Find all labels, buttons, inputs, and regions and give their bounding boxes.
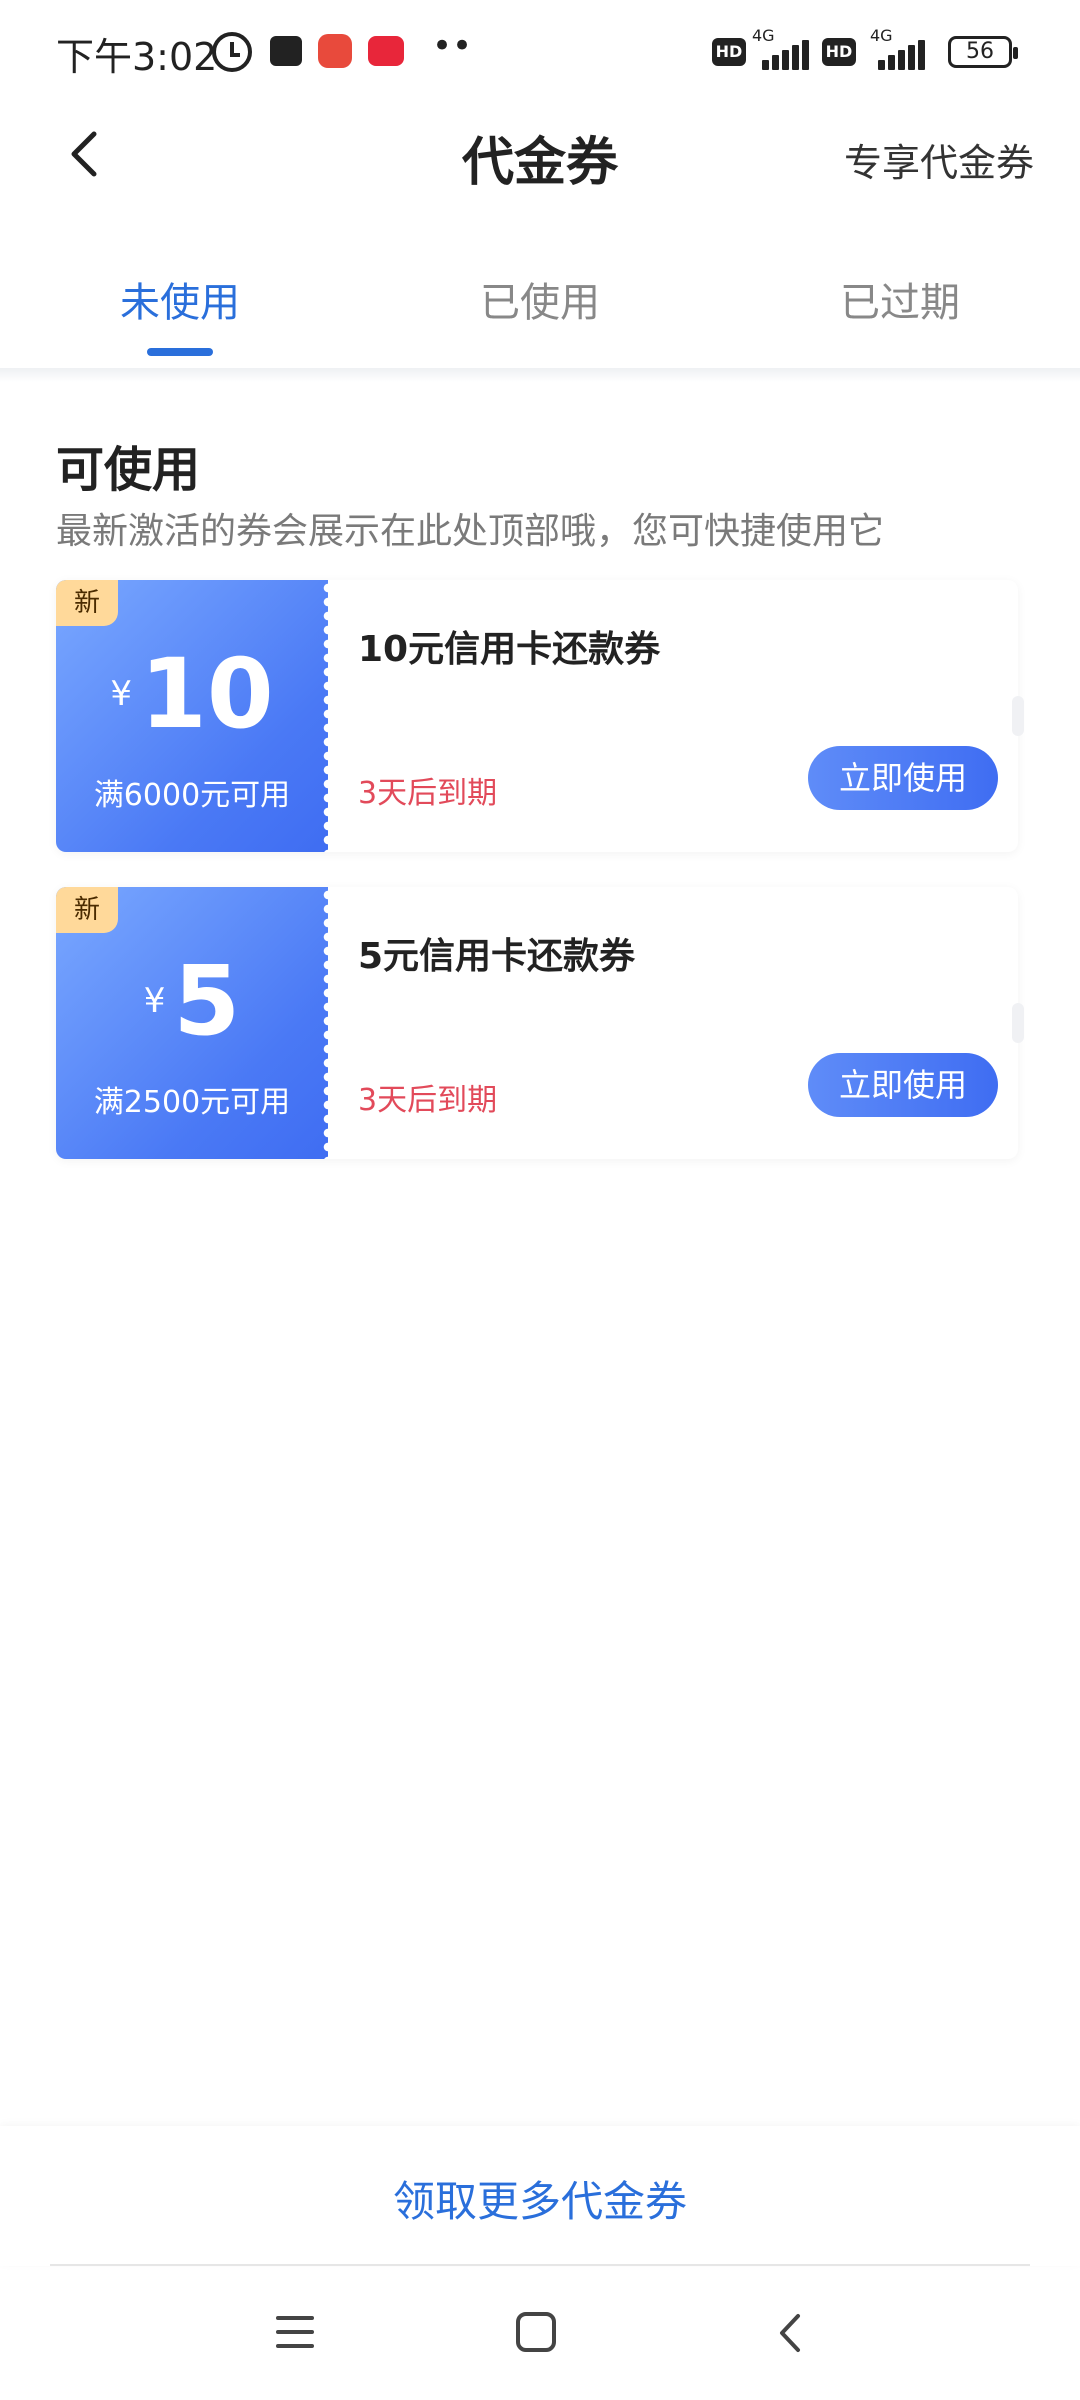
coupon-value-panel: 新 ¥10 满6000元可用 xyxy=(56,580,328,852)
coupon-condition: 满6000元可用 xyxy=(93,778,291,813)
coupon-amount: ¥5 xyxy=(56,945,328,1057)
home-icon[interactable] xyxy=(516,2312,556,2352)
coupon-value-panel: 新 ¥5 满2500元可用 xyxy=(56,887,328,1159)
hd-badge-icon: HD xyxy=(822,38,856,66)
back-nav-icon[interactable] xyxy=(766,2308,816,2358)
system-nav-bar xyxy=(0,2280,1080,2380)
get-more-coupons-link[interactable]: 领取更多代金券 xyxy=(0,2168,1080,2229)
coupon-expiry: 3天后到期 xyxy=(358,1083,498,1118)
recent-apps-icon[interactable] xyxy=(270,2308,320,2358)
new-badge: 新 xyxy=(56,887,118,933)
coupon-amount-value: 5 xyxy=(173,945,241,1057)
alarm-icon xyxy=(212,32,252,72)
card-notch xyxy=(1012,696,1024,736)
app-notification-icon xyxy=(318,34,352,68)
coupon-name: 10元信用卡还款券 xyxy=(358,629,661,670)
bottom-bar: 领取更多代金券 xyxy=(0,2126,1080,2266)
coupon-card[interactable]: 新 ¥5 满2500元可用 5元信用卡还款券 3天后到期 立即使用 xyxy=(56,887,1024,1159)
section-title: 可使用 xyxy=(56,442,201,498)
currency-symbol: ¥ xyxy=(143,981,166,1021)
status-bar: 下午3:02 •• HD 4G HD 4G 56 xyxy=(0,0,1080,100)
app-notification-icon xyxy=(270,36,302,66)
new-badge: 新 xyxy=(56,580,118,626)
battery-icon: 56 xyxy=(948,36,1018,68)
exclusive-coupons-link[interactable]: 专享代金券 xyxy=(844,132,1034,187)
status-time: 下午3:02 xyxy=(56,35,218,79)
use-now-button[interactable]: 立即使用 xyxy=(808,746,998,810)
currency-symbol: ¥ xyxy=(110,674,133,714)
signal-icon xyxy=(752,40,812,70)
more-notifications-icon: •• xyxy=(432,26,473,66)
signal-icon xyxy=(868,40,928,70)
divider xyxy=(50,2264,1030,2266)
coupon-amount-value: 10 xyxy=(140,638,274,750)
use-now-button[interactable]: 立即使用 xyxy=(808,1053,998,1117)
card-notch xyxy=(1012,1003,1024,1043)
screen: 下午3:02 •• HD 4G HD 4G 56 代金券 专享代金券 未使用 已… xyxy=(0,0,1080,2400)
tab-bar: 未使用 已使用 已过期 xyxy=(0,250,1080,370)
tab-used[interactable]: 已使用 xyxy=(440,270,640,328)
tab-unused[interactable]: 未使用 xyxy=(80,270,280,328)
tab-expired[interactable]: 已过期 xyxy=(800,270,1000,328)
coupon-condition: 满2500元可用 xyxy=(93,1085,291,1120)
coupon-amount: ¥10 xyxy=(56,638,328,750)
coupon-expiry: 3天后到期 xyxy=(358,776,498,811)
divider xyxy=(0,368,1080,382)
app-notification-icon xyxy=(368,36,404,66)
coupon-name: 5元信用卡还款券 xyxy=(358,936,636,977)
active-tab-indicator xyxy=(147,348,213,356)
hd-badge-icon: HD xyxy=(712,38,746,66)
coupon-card[interactable]: 新 ¥10 满6000元可用 10元信用卡还款券 3天后到期 立即使用 xyxy=(56,580,1024,852)
section-subtitle: 最新激活的券会展示在此处顶部哦，您可快捷使用它 xyxy=(56,511,885,552)
